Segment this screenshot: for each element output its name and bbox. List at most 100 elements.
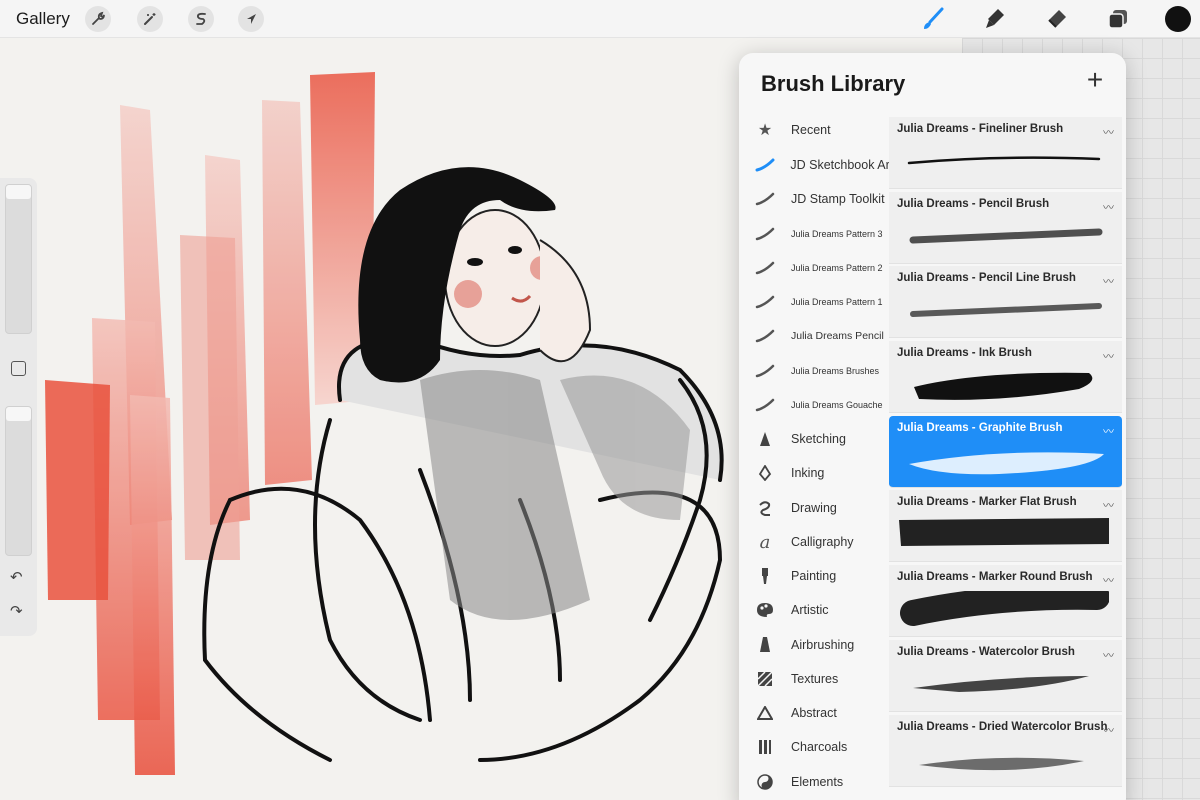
brush-library-panel: Brush Library + ★ Recent JD Sketchbook A… xyxy=(739,53,1126,800)
gallery-button[interactable]: Gallery xyxy=(16,9,70,29)
stroke-preview-icon: 〰 xyxy=(1103,202,1114,214)
triangle-icon xyxy=(751,702,779,724)
fineliner-stroke-preview xyxy=(907,156,1101,165)
dried-watercolor-stroke-preview xyxy=(919,757,1084,771)
stroke-icon xyxy=(751,188,779,210)
marker-flat-stroke-preview xyxy=(899,518,1109,546)
marker-round-stroke-preview xyxy=(900,591,1109,626)
stroke-preview-icon: 〰 xyxy=(1103,351,1114,363)
category-label: Julia Dreams Brushes xyxy=(791,366,880,376)
brush-name: Julia Dreams - Marker Flat Brush xyxy=(897,496,1077,508)
category-label: Airbrushing xyxy=(791,638,855,652)
undo-icon[interactable]: ↶ xyxy=(10,568,23,586)
category-label: Julia Dreams Pattern 1 xyxy=(791,297,883,307)
stroke-preview-icon: 〰 xyxy=(1103,725,1114,737)
category-label: Textures xyxy=(791,672,839,686)
brush-item-marker-flat[interactable]: Julia Dreams - Marker Flat Brush 〰 xyxy=(889,490,1122,562)
category-gouache[interactable]: Julia Dreams Gouache xyxy=(751,389,891,421)
brush-size-slider[interactable] xyxy=(5,184,32,334)
stroke-preview-icon: 〰 xyxy=(1103,650,1114,662)
category-jd-sketchbook-art[interactable]: JD Sketchbook Art xyxy=(751,149,891,181)
category-brushes[interactable]: Julia Dreams Brushes xyxy=(751,355,891,387)
brush-item-fineliner[interactable]: Julia Dreams - Fineliner Brush 〰 xyxy=(889,117,1122,189)
panel-title: Brush Library xyxy=(761,71,906,96)
brush-item-pencil-line[interactable]: Julia Dreams - Pencil Line Brush 〰 xyxy=(889,266,1122,338)
wrench-icon[interactable] xyxy=(85,6,111,32)
pen-nib-icon xyxy=(751,462,779,484)
category-drawing[interactable]: Drawing xyxy=(751,492,891,524)
category-label: Julia Dreams Pattern 3 xyxy=(791,229,883,239)
category-label: Julia Dreams Pattern 2 xyxy=(791,263,883,273)
airbrush-icon xyxy=(751,634,779,656)
brush-name: Julia Dreams - Pencil Line Brush xyxy=(897,272,1076,284)
brush-item-pencil[interactable]: Julia Dreams - Pencil Brush 〰 xyxy=(889,192,1122,264)
stroke-icon xyxy=(751,325,779,347)
category-abstract[interactable]: Abstract xyxy=(751,697,891,729)
stroke-icon xyxy=(751,223,779,245)
stroke-icon xyxy=(751,360,779,382)
selection-s-icon[interactable] xyxy=(188,6,214,32)
stroke-preview-icon: 〰 xyxy=(1103,276,1114,288)
yin-yang-icon xyxy=(751,771,779,793)
category-pattern-1[interactable]: Julia Dreams Pattern 1 xyxy=(751,286,891,318)
brush-size-knob[interactable] xyxy=(6,185,31,199)
category-label: Recent xyxy=(791,123,831,137)
category-painting[interactable]: Painting xyxy=(751,560,891,592)
opacity-slider[interactable] xyxy=(5,406,32,556)
category-airbrushing[interactable]: Airbrushing xyxy=(751,629,891,661)
palette-icon xyxy=(751,599,779,621)
graphite-stroke-preview xyxy=(909,452,1104,475)
brush-item-watercolor[interactable]: Julia Dreams - Watercolor Brush 〰 xyxy=(889,640,1122,712)
brush-name: Julia Dreams - Marker Round Brush xyxy=(897,571,1093,583)
ink-stroke-preview xyxy=(914,372,1093,400)
brush-name: Julia Dreams - Watercolor Brush xyxy=(897,646,1075,658)
category-sketching[interactable]: Sketching xyxy=(751,423,891,455)
pencil-line-stroke-preview xyxy=(910,303,1102,317)
category-label: Inking xyxy=(791,466,825,480)
category-label: Abstract xyxy=(791,706,837,720)
brush-item-graphite[interactable]: Julia Dreams - Graphite Brush 〰 xyxy=(889,416,1122,488)
texture-icon xyxy=(751,668,779,690)
brush-name: Julia Dreams - Fineliner Brush xyxy=(897,123,1064,135)
category-charcoals[interactable]: Charcoals xyxy=(751,731,891,763)
modify-button[interactable] xyxy=(11,361,26,376)
eraser-icon[interactable] xyxy=(1042,4,1072,34)
transform-arrow-icon[interactable] xyxy=(238,6,264,32)
brush-item-marker-round[interactable]: Julia Dreams - Marker Round Brush 〰 xyxy=(889,565,1122,637)
top-toolbar: Gallery xyxy=(0,0,1200,38)
left-sidebar: ↶ ↷ xyxy=(0,178,37,636)
stroke-preview-icon: 〰 xyxy=(1103,500,1114,512)
stroke-icon xyxy=(751,257,779,279)
add-brush-button[interactable]: + xyxy=(1082,66,1108,94)
redo-icon[interactable]: ↷ xyxy=(10,602,23,620)
pencil-tip-icon xyxy=(751,428,779,450)
calligraphy-a-icon: a xyxy=(759,531,771,553)
category-label: Julia Dreams Gouache xyxy=(791,400,883,410)
category-elements[interactable]: Elements xyxy=(751,766,891,798)
category-artistic[interactable]: Artistic xyxy=(751,594,891,626)
brush-item-ink[interactable]: Julia Dreams - Ink Brush 〰 xyxy=(889,341,1122,413)
category-calligraphy[interactable]: a Calligraphy xyxy=(751,526,891,558)
magic-wand-icon[interactable] xyxy=(137,6,163,32)
stroke-icon xyxy=(751,394,779,416)
blue-stroke-icon xyxy=(751,154,778,176)
category-textures[interactable]: Textures xyxy=(751,663,891,695)
layers-icon[interactable] xyxy=(1103,4,1133,34)
category-label: Calligraphy xyxy=(791,535,854,549)
category-pencil[interactable]: Julia Dreams Pencil xyxy=(751,320,891,352)
category-label: Charcoals xyxy=(791,740,848,754)
category-label: Artistic xyxy=(791,603,829,617)
brush-item-dried-watercolor[interactable]: Julia Dreams - Dried Watercolor Brush 〰 xyxy=(889,715,1122,787)
brush-icon[interactable] xyxy=(918,4,948,34)
category-pattern-2[interactable]: Julia Dreams Pattern 2 xyxy=(751,252,891,284)
category-recent[interactable]: ★ Recent xyxy=(751,114,891,146)
swirl-icon xyxy=(751,497,779,519)
color-picker-button[interactable] xyxy=(1165,6,1191,32)
stroke-preview-icon: 〰 xyxy=(1103,127,1114,139)
smudge-icon[interactable] xyxy=(980,4,1010,34)
category-inking[interactable]: Inking xyxy=(751,457,891,489)
category-pattern-3[interactable]: Julia Dreams Pattern 3 xyxy=(751,218,891,250)
opacity-knob[interactable] xyxy=(6,407,31,421)
stroke-preview-icon: 〰 xyxy=(1103,426,1114,438)
category-jd-stamp-toolkit[interactable]: JD Stamp Toolkit xyxy=(751,183,891,215)
